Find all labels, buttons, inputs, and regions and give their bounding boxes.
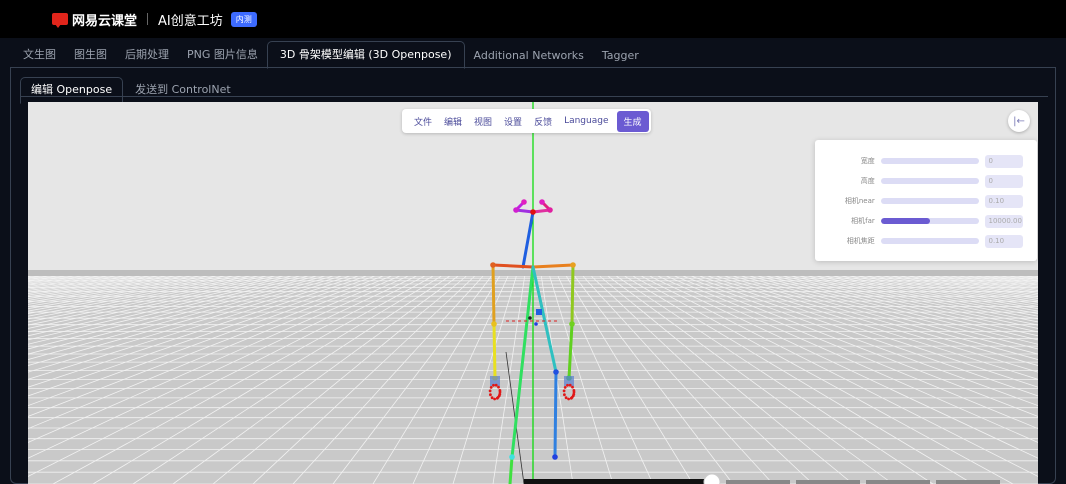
setting-row-camera-focal: 相机焦距 0.10 xyxy=(815,231,1037,251)
top-bar: 网易云课堂 AI创意工坊 内测 xyxy=(0,0,1066,38)
skeleton-joint xyxy=(539,199,545,205)
setting-label: 高度 xyxy=(860,177,875,185)
skeleton-bone xyxy=(553,370,558,459)
skeleton-joint xyxy=(490,262,496,268)
skeleton-bone xyxy=(491,263,496,326)
camera-far-slider[interactable] xyxy=(880,218,979,224)
setting-row-camera-far: 相机far 10000.00 xyxy=(815,211,1037,231)
hand-joint xyxy=(493,397,496,401)
skeleton-bone xyxy=(508,455,514,484)
menu-view[interactable]: 视图 xyxy=(468,115,498,128)
setting-row-height: 高度 0 xyxy=(815,171,1037,191)
skeleton-bone xyxy=(492,322,497,380)
skeleton-joint xyxy=(509,454,515,460)
hand-joint xyxy=(492,383,495,387)
setting-label: 相机焦距 xyxy=(846,237,875,245)
setting-row-width: 宽度 0 xyxy=(815,151,1037,171)
gizmo-center xyxy=(528,316,532,320)
setting-label: 相机far xyxy=(851,217,875,225)
width-slider[interactable] xyxy=(880,158,979,164)
camera-focal-slider[interactable] xyxy=(880,238,979,244)
menu-feedback[interactable]: 反馈 xyxy=(528,115,558,128)
skeleton-joint xyxy=(491,321,497,327)
hand-joint xyxy=(562,389,566,393)
timeline-slot xyxy=(936,480,1000,484)
settings-panel: 宽度 0 高度 0 相机near 0.10 相机far 10000.00 相机焦… xyxy=(815,140,1037,261)
camera-far-input[interactable]: 10000.00 xyxy=(984,214,1023,228)
tab-txt2img[interactable]: 文生图 xyxy=(14,46,65,68)
timeline-slot xyxy=(726,480,790,484)
hand-joint xyxy=(563,393,566,397)
hand-joint xyxy=(563,386,567,389)
menu-language[interactable]: Language xyxy=(558,116,614,126)
header-divider xyxy=(147,13,149,25)
beta-badge: 内测 xyxy=(230,11,257,27)
menu-settings[interactable]: 设置 xyxy=(498,115,528,128)
height-input[interactable]: 0 xyxy=(984,174,1023,188)
hand-joint xyxy=(498,389,502,392)
menu-edit[interactable]: 编辑 xyxy=(438,115,468,128)
tab-tagger[interactable]: Tagger xyxy=(593,49,648,68)
timeline-slot xyxy=(796,480,860,484)
skeleton-joint xyxy=(530,209,536,215)
skeleton-bone xyxy=(491,263,535,269)
camera-near-input[interactable]: 0.10 xyxy=(984,194,1023,208)
hand-joint xyxy=(572,389,576,392)
skeleton-bone xyxy=(531,263,575,269)
tab-postprocess[interactable]: 后期处理 xyxy=(116,46,178,68)
collapse-left-icon[interactable]: |← xyxy=(1008,110,1030,132)
hand-joint xyxy=(564,396,568,400)
brand-name: 网易云课堂 xyxy=(72,13,138,29)
timeline-bar xyxy=(524,479,704,484)
tab-3d-openpose[interactable]: 3D 骨架模型编辑 (3D Openpose) xyxy=(266,41,465,69)
skeleton-joint xyxy=(521,199,527,205)
netease-logo-icon xyxy=(52,13,68,28)
hand-joint xyxy=(497,385,500,389)
camera-near-slider[interactable] xyxy=(880,198,979,204)
hand-joint xyxy=(570,395,574,399)
product-name: AI创意工坊 xyxy=(158,13,223,29)
skeleton-joint xyxy=(569,321,575,327)
tab-png-info[interactable]: PNG 图片信息 xyxy=(178,46,267,68)
hand-joint xyxy=(566,383,569,387)
tab-img2img[interactable]: 图生图 xyxy=(65,46,116,68)
slider-fill xyxy=(880,218,930,224)
tab-additional-networks[interactable]: Additional Networks xyxy=(465,49,593,68)
setting-label: 宽度 xyxy=(860,157,875,165)
hand-joint xyxy=(498,392,502,396)
skeleton-joint xyxy=(513,207,519,213)
hand-joint xyxy=(490,396,494,400)
skeleton-joint xyxy=(553,369,559,375)
sub-tabs: 编辑 Openpose 发送到 ControlNet xyxy=(20,76,243,104)
width-input[interactable]: 0 xyxy=(984,154,1023,168)
skeleton-joint xyxy=(547,207,553,213)
menu-file[interactable]: 文件 xyxy=(408,115,438,128)
hand-joint xyxy=(496,395,500,399)
hand-joint xyxy=(494,383,498,387)
hand-joint xyxy=(488,389,492,393)
viewport-menu: 文件 编辑 视图 设置 反馈 Language 生成 xyxy=(402,109,651,133)
skeleton-joint xyxy=(552,454,558,460)
setting-row-camera-near: 相机near 0.10 xyxy=(815,191,1037,211)
main-tabs: 文生图 图生图 后期处理 PNG 图片信息 3D 骨架模型编辑 (3D Open… xyxy=(0,41,1066,69)
gizmo-point xyxy=(534,322,538,326)
3d-viewport[interactable]: 文件 编辑 视图 设置 反馈 Language 生成 |← 宽度 0 高度 0 … xyxy=(28,102,1038,484)
subtab-edit-openpose[interactable]: 编辑 Openpose xyxy=(20,77,124,104)
hand-joint xyxy=(489,386,493,389)
skeleton-joint xyxy=(570,262,576,268)
gizmo-handle xyxy=(536,309,542,315)
hand-joint xyxy=(572,392,576,396)
camera-focal-input[interactable]: 0.10 xyxy=(984,234,1023,248)
skeleton-bone xyxy=(570,263,575,326)
hand-joint xyxy=(567,397,570,401)
hand-joint xyxy=(489,393,492,397)
generate-button[interactable]: 生成 xyxy=(616,110,649,132)
height-slider[interactable] xyxy=(880,178,979,184)
subtab-send-to-controlnet[interactable]: 发送到 ControlNet xyxy=(123,81,243,103)
hand-joint xyxy=(571,385,574,389)
subtabs-divider xyxy=(20,96,1048,97)
timeline-slot xyxy=(866,480,930,484)
hand-joint xyxy=(568,383,572,387)
setting-label: 相机near xyxy=(844,197,875,205)
